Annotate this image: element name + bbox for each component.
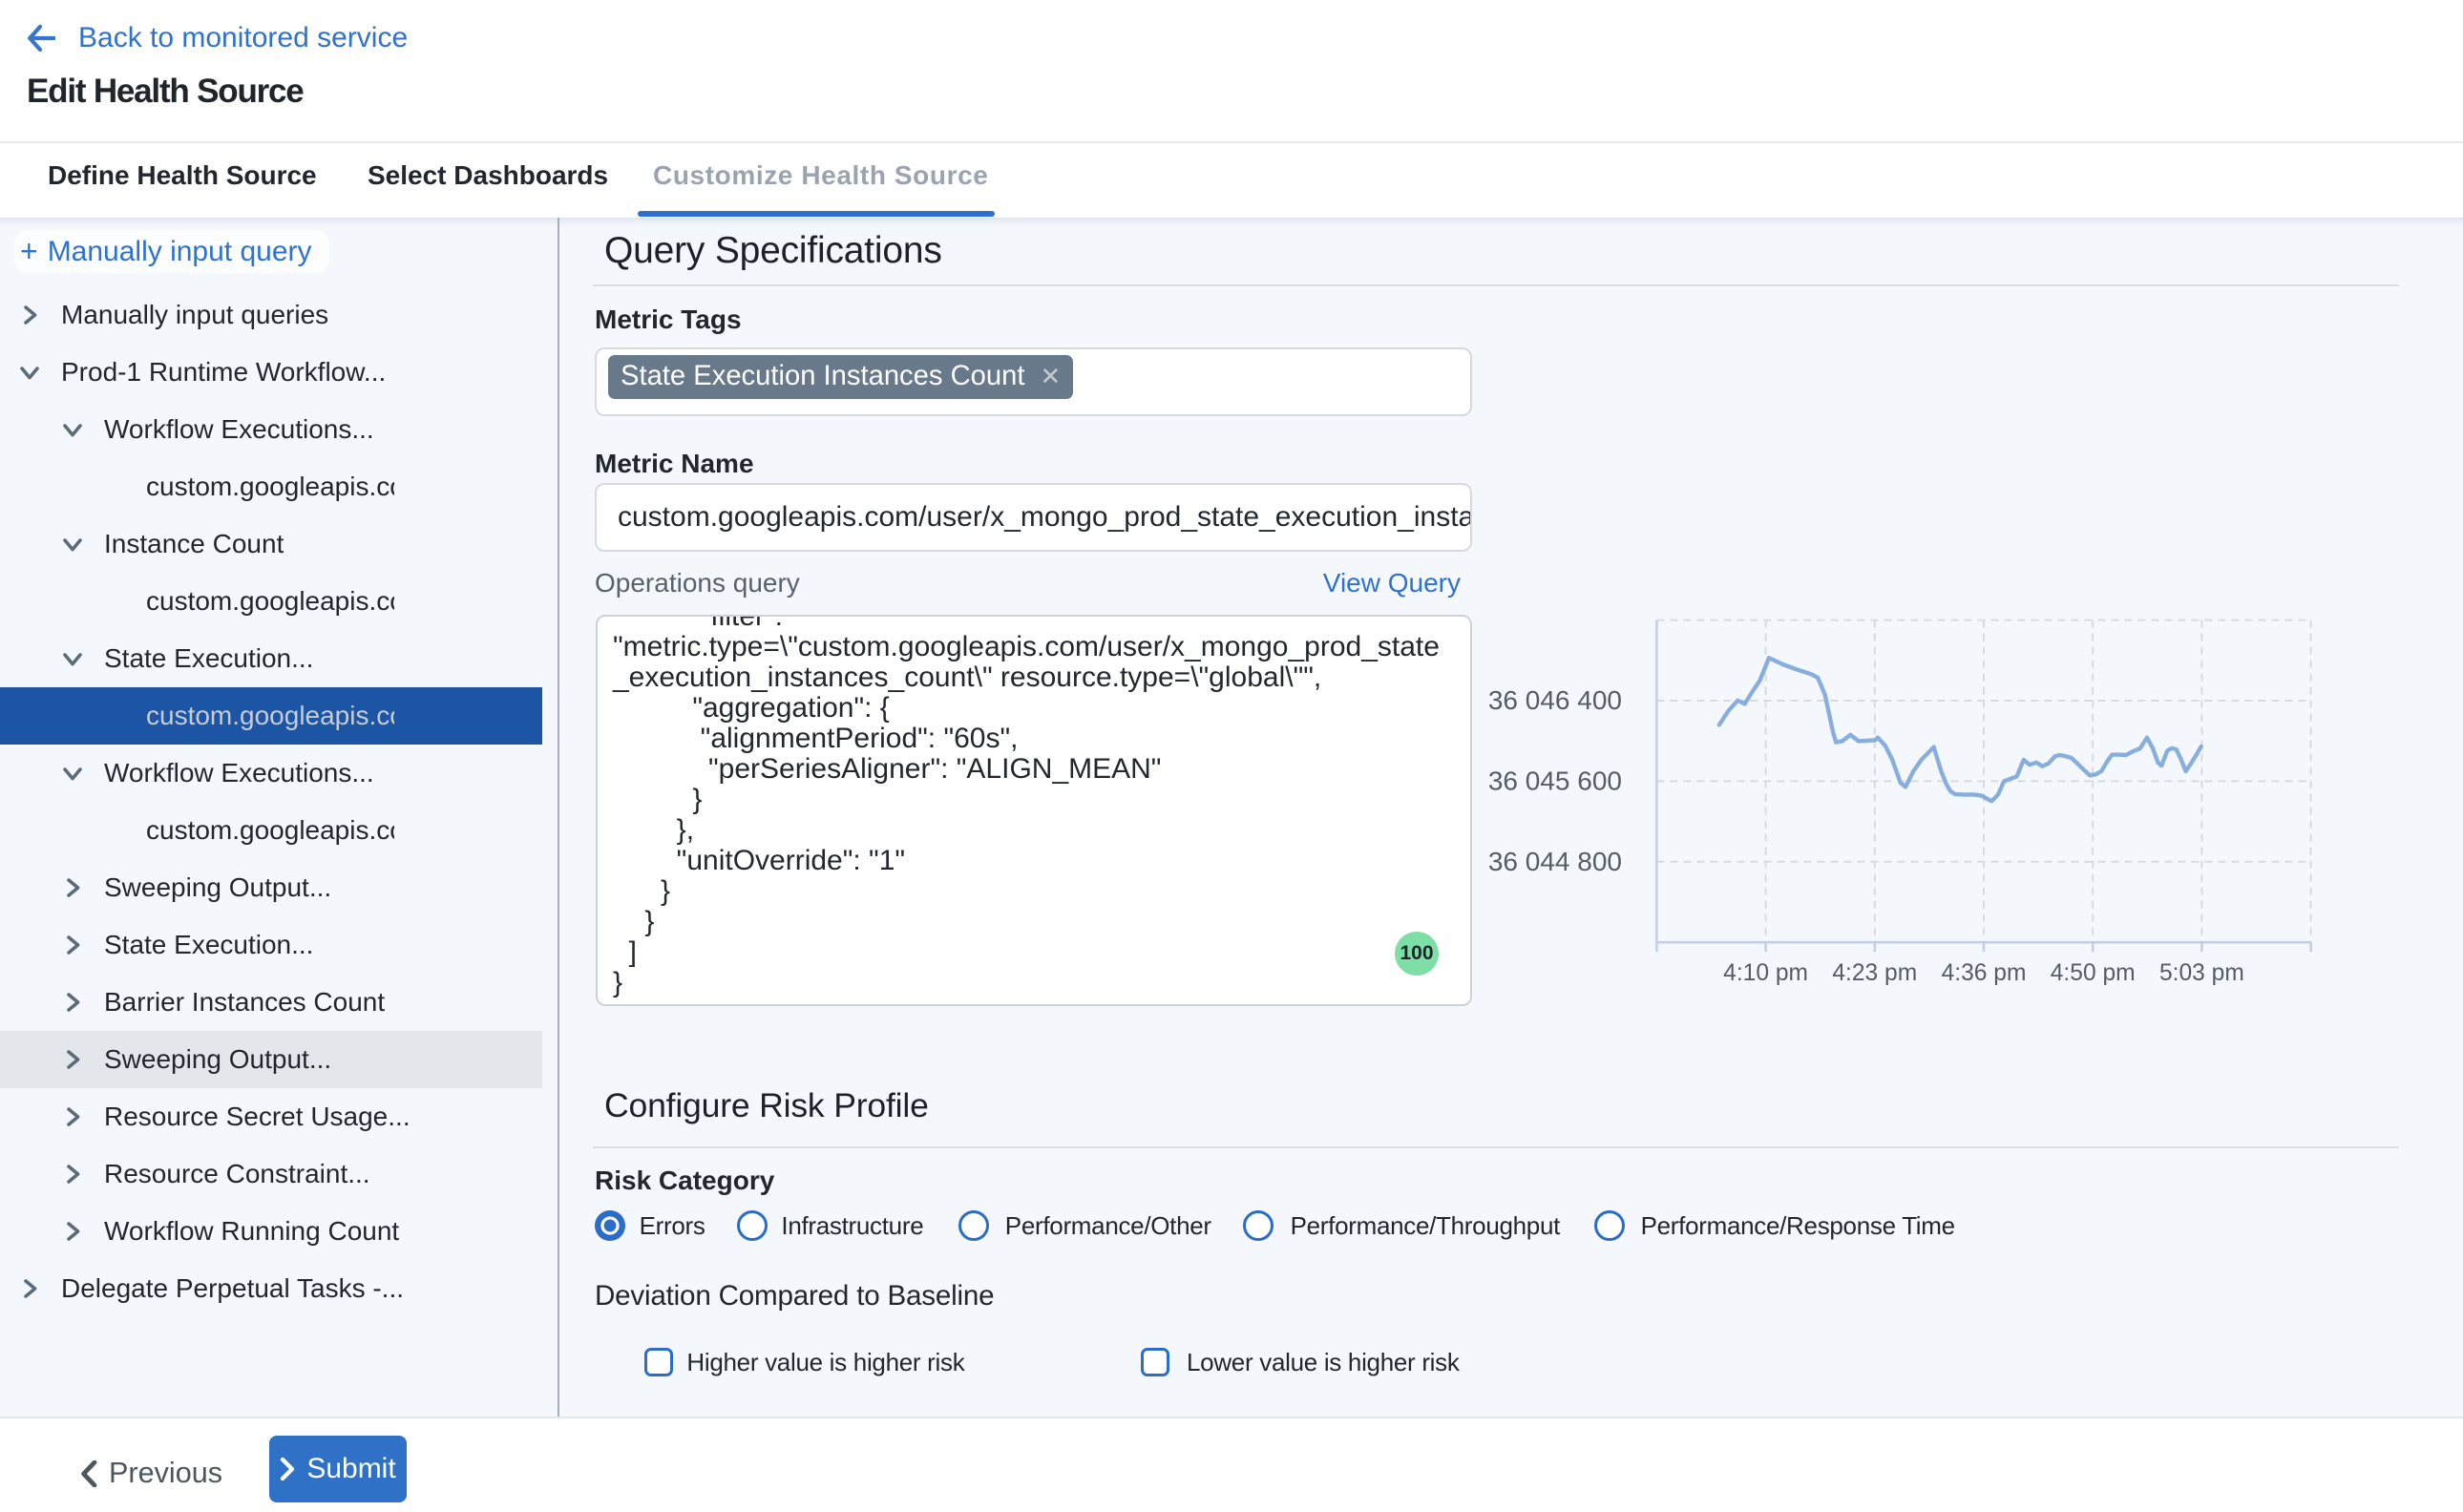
svg-text:4:10 pm: 4:10 pm: [1723, 960, 1808, 986]
svg-text:36 045 600: 36 045 600: [1488, 766, 1622, 795]
svg-text:36 044 800: 36 044 800: [1488, 847, 1622, 876]
svg-text:4:23 pm: 4:23 pm: [1832, 960, 1917, 986]
svg-text:4:50 pm: 4:50 pm: [2051, 960, 2136, 986]
svg-text:4:36 pm: 4:36 pm: [1942, 960, 2027, 986]
svg-text:5:03 pm: 5:03 pm: [2159, 960, 2244, 986]
svg-text:36 046 400: 36 046 400: [1488, 685, 1622, 715]
